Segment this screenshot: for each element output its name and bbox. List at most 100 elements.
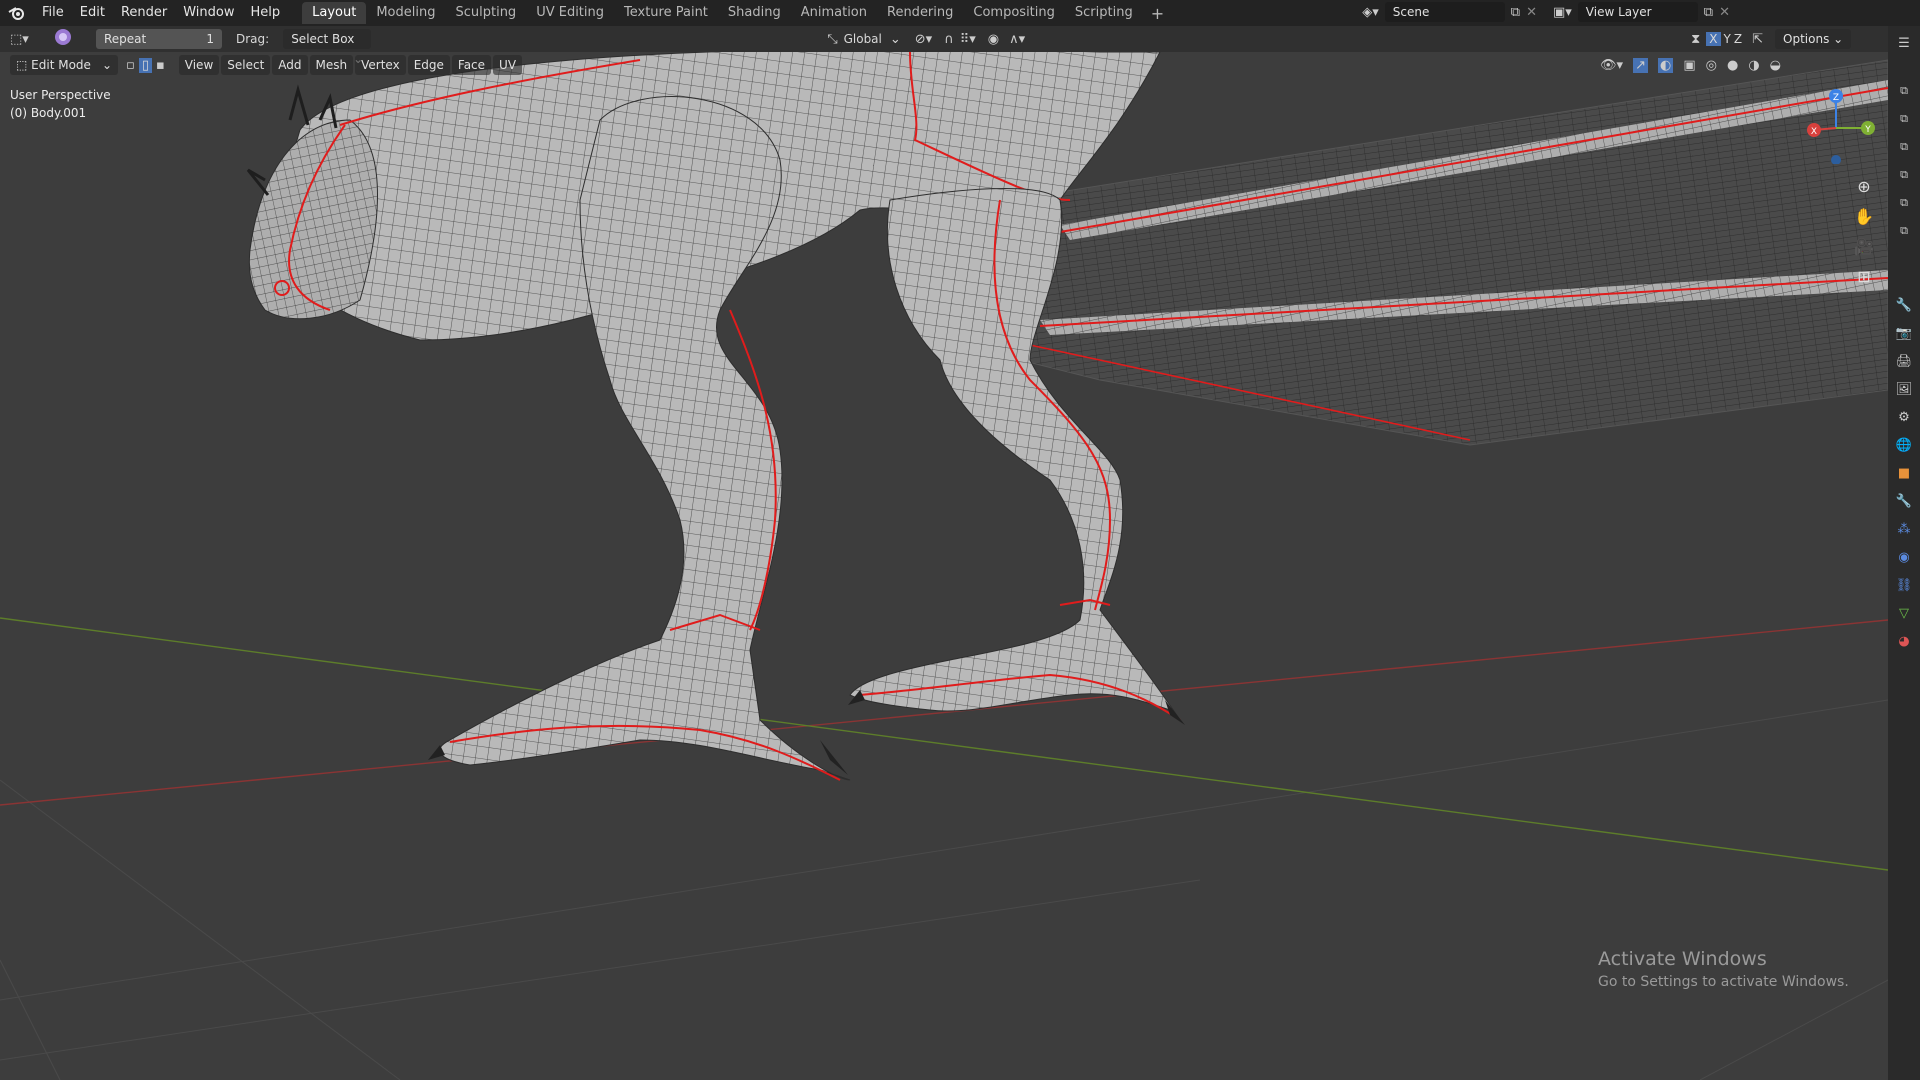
header-menu-view[interactable]: View [178, 55, 220, 75]
tab-rendering[interactable]: Rendering [877, 2, 963, 24]
pivot-point-icon[interactable]: ⊘▾ [915, 32, 932, 47]
render-properties-icon[interactable]: 📷 [1893, 322, 1915, 344]
outliner-toggle-icon[interactable]: ☰ [1893, 32, 1915, 54]
edge-select-icon[interactable]: ▯ [138, 57, 152, 73]
face-select-icon[interactable]: ▪ [156, 58, 165, 73]
view-layer-icon[interactable]: ▣▾ [1553, 5, 1572, 20]
falloff-icon[interactable]: ∧▾ [1009, 32, 1025, 47]
vertex-select-icon[interactable]: ▫ [126, 58, 135, 73]
scene-field[interactable]: Scene [1384, 2, 1505, 22]
transform-orientation-value[interactable]: Global [844, 32, 882, 46]
active-tool-icon[interactable] [54, 28, 78, 50]
menu-help[interactable]: Help [243, 0, 289, 26]
material-shading-icon[interactable]: ◑ [1748, 58, 1759, 73]
tab-modeling[interactable]: Modeling [366, 2, 445, 24]
pan-hand-icon[interactable]: ✋ [1850, 202, 1878, 232]
viewport-nav-tools: ⊕ ✋ 🎥 ⊞ [1850, 172, 1878, 292]
blender-logo-icon[interactable] [0, 0, 34, 26]
tab-animation[interactable]: Animation [791, 2, 877, 24]
view-layer-field[interactable]: View Layer [1577, 2, 1698, 22]
header-menu-mesh[interactable]: Mesh [309, 55, 354, 75]
camera-view-icon[interactable]: 🎥 [1850, 232, 1878, 262]
object-properties-icon[interactable]: ■ [1893, 462, 1915, 484]
header-menu-add[interactable]: Add [272, 55, 308, 75]
collection-camera-icon[interactable]: ⧉ [1893, 136, 1915, 158]
tool-properties-icon[interactable]: 🔧 [1893, 294, 1915, 316]
mirror-x-toggle[interactable]: X [1706, 32, 1721, 46]
ortho-grid-icon[interactable]: ⊞ [1850, 262, 1878, 292]
3d-viewport[interactable] [0, 52, 1888, 1080]
y-axis-line [0, 617, 1888, 871]
dragon-head [248, 119, 378, 320]
chevron-down-icon: ⌄ [889, 31, 901, 47]
mirror-y-toggle[interactable]: Y [1724, 32, 1731, 46]
menu-render[interactable]: Render [113, 0, 175, 26]
options-label: Options [1783, 32, 1830, 46]
header-menu-face[interactable]: Face [451, 55, 492, 75]
collection-camera-icon[interactable]: ⧉ [1893, 80, 1915, 102]
scene-properties-icon[interactable]: ⚙ [1893, 406, 1915, 428]
output-properties-icon[interactable]: 🖨 [1893, 350, 1915, 372]
tab-uv-editing[interactable]: UV Editing [526, 2, 614, 24]
mirror-icon[interactable]: ⧗ [1691, 32, 1700, 47]
repeat-button[interactable]: Repeat 1 [96, 29, 222, 49]
tab-scripting[interactable]: Scripting [1065, 2, 1143, 24]
viewport-canvas[interactable] [0, 52, 1888, 1080]
constraints-properties-icon[interactable]: ⛓ [1893, 574, 1915, 596]
tab-sculpting[interactable]: Sculpting [445, 2, 526, 24]
collection-camera-icon[interactable]: ⧉ [1893, 192, 1915, 214]
data-properties-icon[interactable]: ▽ [1893, 602, 1915, 624]
tab-texture-paint[interactable]: Texture Paint [614, 2, 718, 24]
auto-merge-icon[interactable]: ⇱ [1752, 32, 1763, 47]
solid-shading-icon[interactable]: ● [1727, 58, 1738, 73]
new-view-layer-icon[interactable]: ⧉ [1704, 5, 1713, 20]
collection-camera-icon[interactable]: ⧉ [1893, 220, 1915, 242]
collection-camera-icon[interactable]: ⧉ [1893, 108, 1915, 130]
perspective-label: User Perspective [10, 88, 111, 102]
tab-compositing[interactable]: Compositing [963, 2, 1065, 24]
workspace-tabs: Layout Modeling Sculpting UV Editing Tex… [302, 0, 1172, 26]
particles-properties-icon[interactable]: ⁂ [1893, 518, 1915, 540]
drag-select[interactable]: Select Box ⌄ [283, 29, 372, 66]
snap-target-icon[interactable]: ⠿▾ [960, 32, 976, 47]
visibility-icon[interactable]: 👁▾ [1600, 58, 1623, 73]
collection-camera-icon[interactable]: ⧉ [1893, 164, 1915, 186]
mirror-z-toggle[interactable]: Z [1734, 32, 1742, 46]
add-workspace-icon[interactable]: + [1143, 4, 1172, 23]
zoom-icon[interactable]: ⊕ [1850, 172, 1878, 202]
menu-edit[interactable]: Edit [72, 0, 113, 26]
wireframe-shading-icon[interactable]: ◎ [1706, 58, 1717, 73]
object-label: (0) Body.001 [10, 106, 87, 120]
snap-icon[interactable]: ∩ [944, 32, 954, 47]
menu-file[interactable]: File [34, 0, 72, 26]
delete-view-layer-icon[interactable]: ✕ [1719, 5, 1730, 20]
mode-selector[interactable]: ⬚ Edit Mode ⌄ [10, 55, 118, 75]
header-right-icons: 👁▾ ↗ ◐ ▣ ◎ ● ◑ ◒ [1600, 57, 1781, 73]
proportional-edit-icon[interactable]: ◉ [988, 32, 999, 47]
new-scene-icon[interactable]: ⧉ [1511, 5, 1520, 20]
gizmo-toggle-icon[interactable]: ↗ [1633, 57, 1648, 73]
gizmo-neg-z-ball[interactable] [1831, 155, 1841, 165]
editor-type-icon[interactable]: ⬚▾ [10, 32, 40, 47]
physics-properties-icon[interactable]: ◉ [1893, 546, 1915, 568]
header-menu-select[interactable]: Select [221, 55, 271, 75]
overlay-toggle-icon[interactable]: ◐ [1657, 57, 1674, 73]
scene-icon[interactable]: ◈▾ [1362, 5, 1379, 20]
material-properties-icon[interactable]: ◕ [1893, 630, 1915, 652]
xray-toggle-icon[interactable]: ▣ [1683, 58, 1695, 73]
mode-label: Edit Mode [31, 58, 91, 72]
delete-scene-icon[interactable]: ✕ [1526, 5, 1537, 20]
world-properties-icon[interactable]: 🌐 [1893, 434, 1915, 456]
transform-orientation-icon[interactable]: ⤡ [827, 32, 837, 47]
tab-layout[interactable]: Layout [302, 2, 367, 24]
modifier-properties-icon[interactable]: 🔧 [1893, 490, 1915, 512]
header-menu-vertex[interactable]: Vertex [355, 55, 406, 75]
view-layer-properties-icon[interactable]: 🖼 [1893, 378, 1915, 400]
navigation-gizmo[interactable]: Z Y X [1800, 84, 1880, 165]
header-menu-edge[interactable]: Edge [407, 55, 450, 75]
rendered-shading-icon[interactable]: ◒ [1770, 58, 1781, 73]
header-menu-uv[interactable]: UV [493, 55, 523, 75]
menu-window[interactable]: Window [175, 0, 242, 26]
options-dropdown[interactable]: Options ⌄ [1775, 29, 1852, 49]
tab-shading[interactable]: Shading [718, 2, 791, 24]
